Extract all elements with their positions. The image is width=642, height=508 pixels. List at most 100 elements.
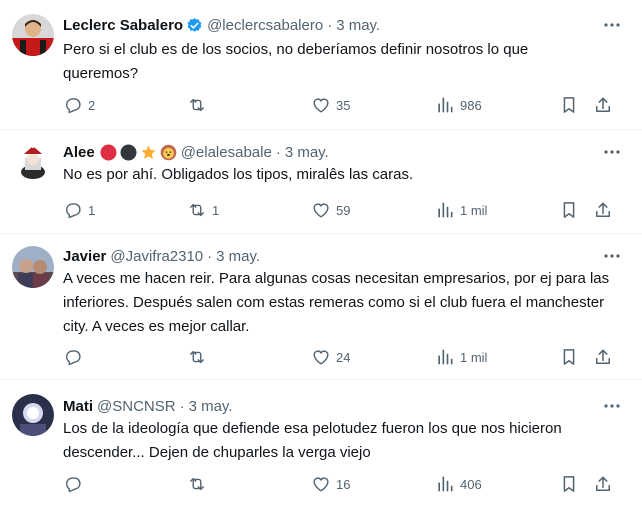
views-chart-icon <box>438 202 453 218</box>
tweet-text: A veces me hacen reir. Para algunas cosa… <box>63 270 610 335</box>
more-options-icon[interactable] <box>602 246 622 266</box>
tweet-text: Los de la ideología que defiende esa pel… <box>63 420 562 461</box>
share-icon <box>596 97 610 112</box>
like-count: 16 <box>336 476 351 492</box>
share-icon <box>596 349 610 364</box>
share-button[interactable] <box>593 199 613 221</box>
share-icon <box>596 476 610 491</box>
like-count: 59 <box>336 202 351 218</box>
tweet[interactable]: Mati @SNCNSR · 3 may. Los de la ideologí… <box>0 380 642 508</box>
retweet-icon <box>190 98 204 112</box>
author-handle[interactable]: @Javifra2310 <box>110 248 203 265</box>
tweet-text: Pero si el club es de los socios, no deb… <box>63 41 529 82</box>
avatar[interactable] <box>12 394 54 436</box>
tweet-header: Alee @elalesabale · 3 may. <box>63 142 329 162</box>
tweet-actions: 16 406 <box>63 473 622 495</box>
retweet-icon <box>190 350 204 364</box>
retweet-icon <box>190 203 204 217</box>
retweet-icon <box>190 477 204 491</box>
author-handle[interactable]: @elalesabale <box>181 144 272 161</box>
separator-dot: · <box>327 16 333 34</box>
bookmark-button[interactable] <box>559 94 579 116</box>
more-options-icon[interactable] <box>602 142 622 162</box>
bookmark-icon <box>563 476 575 492</box>
reply-feed: Leclerc Sabalero @leclercsabalero · 3 ma… <box>0 0 642 508</box>
black-circle-icon <box>120 144 137 161</box>
retweet-button[interactable] <box>187 473 212 495</box>
like-button[interactable]: 35 <box>311 94 350 116</box>
reply-button[interactable] <box>63 473 88 495</box>
reply-count: 1 <box>88 202 96 218</box>
views-button[interactable]: 1 mil <box>435 199 487 221</box>
author-handle[interactable]: @leclercsabalero <box>207 17 323 34</box>
share-button[interactable] <box>593 473 613 495</box>
tweet[interactable]: Leclerc Sabalero @leclercsabalero · 3 ma… <box>0 0 642 130</box>
reply-button[interactable]: 2 <box>63 94 95 116</box>
more-options-icon[interactable] <box>602 15 622 35</box>
like-button[interactable]: 59 <box>311 199 350 221</box>
bookmark-icon <box>563 202 575 218</box>
reply-icon <box>66 98 81 114</box>
like-count: 24 <box>336 349 351 365</box>
retweet-count: 1 <box>212 202 220 218</box>
tweet-date[interactable]: 3 may. <box>285 144 329 161</box>
tweet-actions: 24 1 mil <box>63 346 622 368</box>
heart-icon <box>313 350 329 365</box>
author-name[interactable]: Leclerc Sabalero <box>63 17 183 34</box>
tweet-header: Mati @SNCNSR · 3 may. <box>63 396 232 416</box>
like-button[interactable]: 24 <box>311 346 350 368</box>
views-button[interactable]: 986 <box>435 94 482 116</box>
like-count: 35 <box>336 97 351 113</box>
separator-dot: · <box>179 397 185 415</box>
avatar[interactable] <box>12 246 54 288</box>
heart-icon <box>313 98 329 113</box>
retweet-button[interactable] <box>187 94 212 116</box>
views-button[interactable]: 406 <box>435 473 482 495</box>
tweet-date[interactable]: 3 may. <box>216 248 260 265</box>
verified-badge-icon <box>186 17 203 34</box>
like-button[interactable]: 16 <box>311 473 350 495</box>
heart-icon <box>313 477 329 492</box>
views-count: 1 mil <box>460 349 488 365</box>
tweet-header: Leclerc Sabalero @leclercsabalero · 3 ma… <box>63 15 380 35</box>
share-button[interactable] <box>593 94 613 116</box>
share-button[interactable] <box>593 346 613 368</box>
bookmark-icon <box>563 349 575 365</box>
tweet[interactable]: Javier @Javifra2310 · 3 may. A veces me … <box>0 234 642 380</box>
views-count: 986 <box>460 97 482 113</box>
author-name[interactable]: Alee <box>63 144 95 161</box>
author-handle[interactable]: @SNCNSR <box>97 398 176 415</box>
author-name[interactable]: Mati <box>63 398 93 415</box>
lion-face-icon <box>160 144 177 161</box>
author-name[interactable]: Javier <box>63 248 106 265</box>
tweet-date[interactable]: 3 may. <box>189 398 233 415</box>
bookmark-icon <box>563 97 575 113</box>
share-icon <box>596 202 610 217</box>
separator-dot: · <box>275 143 281 161</box>
avatar[interactable] <box>12 14 54 56</box>
reply-button[interactable]: 1 <box>63 199 95 221</box>
separator-dot: · <box>207 247 213 265</box>
bookmark-button[interactable] <box>559 346 579 368</box>
bookmark-button[interactable] <box>559 473 579 495</box>
retweet-button[interactable] <box>187 346 212 368</box>
retweet-button[interactable]: 1 <box>187 199 219 221</box>
tweet-date[interactable]: 3 may. <box>336 17 380 34</box>
views-button[interactable]: 1 mil <box>435 346 487 368</box>
reply-count: 2 <box>88 97 96 113</box>
tweet-header: Javier @Javifra2310 · 3 may. <box>63 246 260 266</box>
avatar[interactable] <box>12 140 54 182</box>
tweet-actions: 2 35 986 <box>63 94 622 116</box>
views-chart-icon <box>438 476 453 492</box>
more-options-icon[interactable] <box>602 396 622 416</box>
views-count: 406 <box>460 476 482 492</box>
reply-icon <box>66 477 81 493</box>
tweet-text: No es por ahí. Obligados los tipos, mira… <box>63 166 414 183</box>
reply-icon <box>66 350 81 366</box>
heart-icon <box>313 203 329 218</box>
tweet[interactable]: Alee @elalesabale · 3 may. No es por ahí… <box>0 130 642 234</box>
bookmark-button[interactable] <box>559 199 579 221</box>
views-chart-icon <box>438 349 453 365</box>
star-icon <box>140 144 157 161</box>
reply-button[interactable] <box>63 346 88 368</box>
